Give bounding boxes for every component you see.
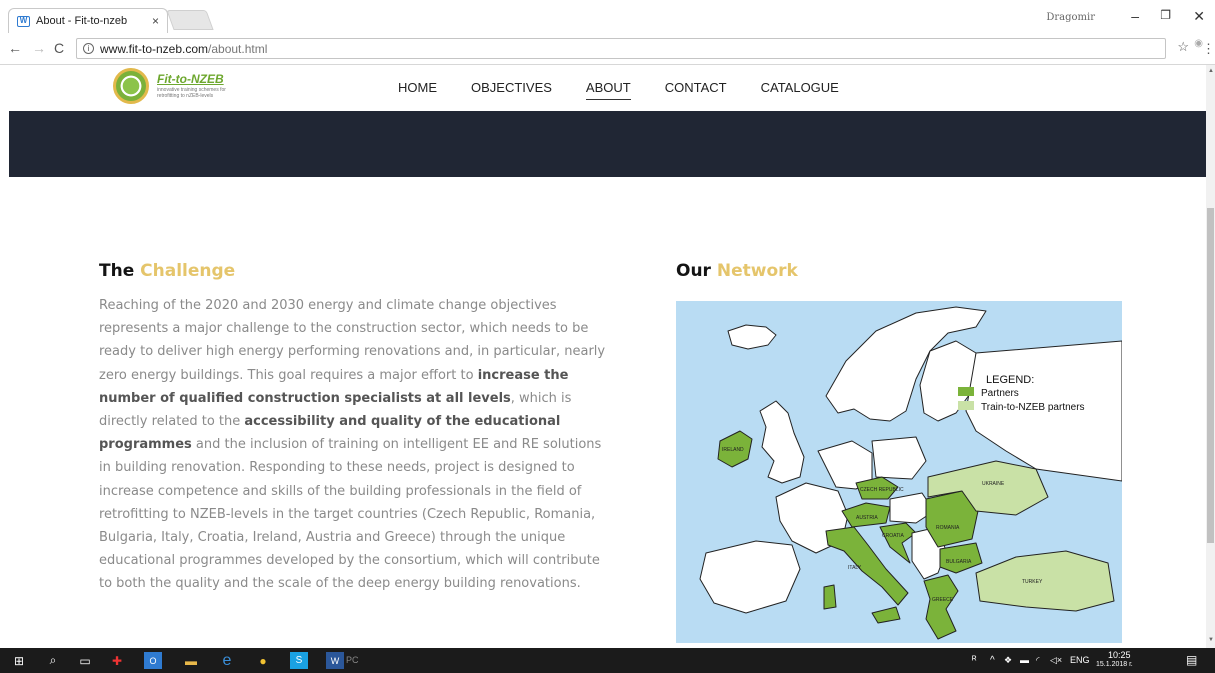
scroll-down-icon[interactable]: ▼ (1208, 637, 1214, 643)
nav-contact[interactable]: CONTACT (665, 80, 727, 100)
network-heading: Our Network (676, 261, 798, 281)
legend-partners: Partners (981, 388, 1019, 399)
legend-train: Train-to-NZEB partners (981, 402, 1085, 413)
label-czech: CZECH REPUBLIC (860, 487, 904, 493)
windows-taskbar: ⊞ ⌕ ▭ ✚ O ▬ e ● S W PC ᴿ ^ ❖ ▬ ◜ ◁× ENG … (0, 648, 1215, 673)
map-bulgaria (939, 542, 983, 574)
back-icon[interactable]: ← (8, 40, 22, 56)
browser-menu-icon[interactable]: ⋮ (1202, 41, 1215, 57)
nav-objectives[interactable]: OBJECTIVES (471, 80, 552, 100)
notifications-icon[interactable]: ▤ (1186, 653, 1197, 667)
outlook-icon[interactable]: O (144, 652, 162, 669)
scroll-up-icon[interactable]: ▲ (1208, 68, 1214, 74)
label-turkey: TURKEY (1022, 579, 1043, 585)
tray-expand-icon[interactable]: ^ (990, 655, 995, 666)
label-ireland: IRELAND (722, 447, 744, 453)
label-italy: ITALY (848, 565, 862, 571)
logo-tagline: innovative training schemes for retrofit… (157, 87, 226, 99)
site-header: Fit-to-NZEB innovative training schemes … (0, 65, 1206, 111)
europe-map-svg: LEGEND: Partners Train-to-NZEB partners … (699, 306, 1122, 640)
nav-about[interactable]: ABOUT (585, 80, 631, 100)
logo-name: Fit-to-NZEB (157, 72, 224, 86)
search-icon[interactable]: ⌕ (44, 652, 62, 669)
challenge-heading-plain: The (99, 261, 135, 281)
nav-home[interactable]: HOME (398, 80, 437, 100)
label-bulgaria: BULGARIA (946, 559, 972, 565)
challenge-body: Reaching of the 2020 and 2030 energy and… (99, 294, 609, 596)
dropbox-icon[interactable]: ❖ (1004, 655, 1012, 666)
browser-tab[interactable]: W About - Fit-to-nzeb × (8, 8, 168, 33)
map-poland (871, 436, 927, 480)
map-iceland (727, 324, 777, 350)
skype-icon[interactable]: S (290, 652, 308, 669)
challenge-text-3: and the inclusion of training on intelli… (99, 437, 602, 592)
map-turkey (975, 550, 1115, 612)
site-favicon-icon: W (17, 15, 30, 27)
start-icon[interactable]: ⊞ (10, 652, 28, 669)
reload-icon[interactable]: C (54, 40, 64, 56)
challenge-heading-accent: Challenge (140, 261, 236, 281)
label-greece: GREECE (932, 597, 954, 603)
battery-icon[interactable]: ▬ (1020, 655, 1029, 665)
clock-date[interactable]: 15.1.2018 г. (1096, 661, 1133, 668)
network-heading-accent: Network (716, 261, 798, 281)
map-greece (923, 574, 959, 640)
map-croatia (879, 522, 917, 564)
map-sicily (871, 606, 901, 624)
legend-train-swatch (958, 401, 974, 410)
map-sardinia (823, 584, 837, 610)
network-heading-plain: Our (676, 261, 711, 281)
file-explorer-icon[interactable]: ▬ (182, 652, 200, 669)
word-icon[interactable]: W (326, 652, 344, 669)
browser-tabstrip: W About - Fit-to-nzeb × Dragomir – ❐ ✕ (0, 0, 1215, 33)
legend-title: LEGEND: (986, 374, 1034, 386)
forward-icon[interactable]: → (32, 40, 46, 56)
clock-time[interactable]: 10:25 (1108, 650, 1131, 660)
volume-icon[interactable]: ◁× (1050, 655, 1062, 666)
tab-close-icon[interactable]: × (152, 14, 159, 28)
legend-partner-swatch (958, 387, 974, 396)
main-nav: HOME OBJECTIVES ABOUT CONTACT CATALOGUE (398, 80, 873, 100)
network-map: LEGEND: Partners Train-to-NZEB partners … (676, 301, 1122, 643)
browser-toolbar: ← → C i www.fit-to-nzeb.com/about.html ☆… (0, 33, 1215, 65)
people-icon[interactable]: ᴿ (972, 655, 977, 666)
logo-emblem-icon (113, 68, 149, 104)
url-host: www.fit-to-nzeb.com (100, 41, 209, 56)
edge-icon[interactable]: e (218, 652, 236, 669)
nav-catalogue[interactable]: CATALOGUE (761, 80, 839, 100)
address-bar[interactable]: i www.fit-to-nzeb.com/about.html (76, 38, 1166, 59)
new-tab-button[interactable] (166, 10, 214, 30)
label-romania: ROMANIA (936, 525, 960, 531)
scrollbar-thumb[interactable] (1207, 208, 1214, 543)
language-indicator[interactable]: ENG (1070, 655, 1090, 665)
bookmark-star-icon[interactable]: ☆ (1177, 39, 1189, 55)
language-flag-icon[interactable]: ✚ (108, 652, 126, 669)
taskbar-running-label: PC (346, 655, 359, 665)
map-uk (759, 400, 805, 484)
minimize-icon[interactable]: – (1131, 8, 1139, 24)
maximize-icon[interactable]: ❐ (1160, 8, 1171, 22)
site-info-icon[interactable]: i (83, 43, 94, 54)
site-logo[interactable]: Fit-to-NZEB innovative training schemes … (113, 68, 253, 106)
label-ukraine: UKRAINE (982, 481, 1005, 487)
task-view-icon[interactable]: ▭ (76, 652, 94, 669)
challenge-heading: The Challenge (99, 261, 235, 281)
tab-title: About - Fit-to-nzeb (36, 15, 128, 27)
chrome-icon[interactable]: ● (254, 652, 272, 669)
label-austria: AUSTRIA (856, 515, 878, 521)
wifi-icon[interactable]: ◜ (1036, 655, 1040, 666)
map-iberia (699, 540, 801, 614)
url-path: /about.html (208, 41, 268, 56)
hero-banner (9, 111, 1206, 177)
label-croatia: CROATIA (882, 533, 905, 539)
profile-name[interactable]: Dragomir (1046, 12, 1095, 23)
window-close-icon[interactable]: ✕ (1193, 8, 1205, 25)
